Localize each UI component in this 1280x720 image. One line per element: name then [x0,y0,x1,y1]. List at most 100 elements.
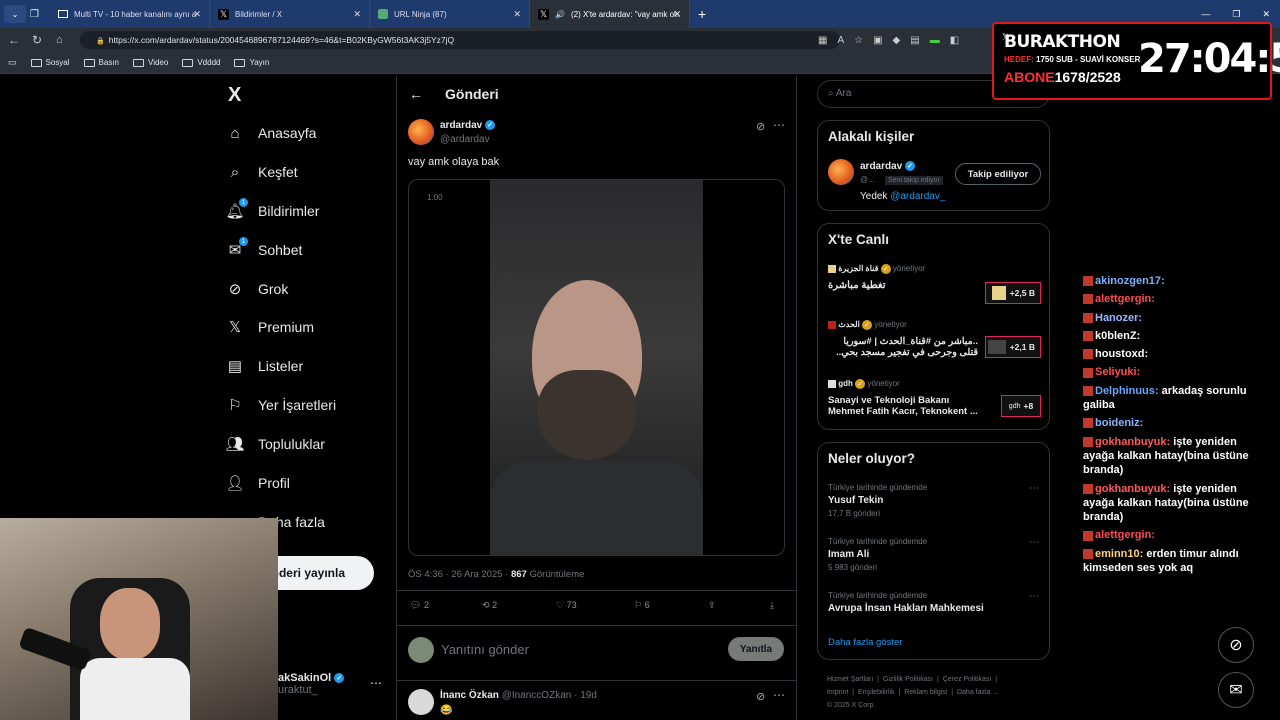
back-icon[interactable]: ← [8,33,20,47]
extension-icon[interactable]: ▤ [910,35,919,46]
related-name[interactable]: ardardav ✓ [860,161,916,172]
reply-author[interactable]: İnanc Özkan @InanccOZkan · 19d [440,690,597,701]
post-header: ← Gönderi [397,76,796,112]
more-icon[interactable]: ⋯ [1029,537,1039,548]
live-item[interactable]: gdh ✓ yönetiyor Sanayi ve Teknoloji Baka… [828,379,1041,423]
nav-profile[interactable]: 👤︎ Profil [225,474,289,492]
avatar[interactable] [408,119,434,145]
more-icon[interactable]: ⋯ [1029,591,1039,602]
chat-username[interactable]: Hanozer: [1095,312,1142,324]
close-icon[interactable]: ✕ [513,9,521,20]
chat-message: alettgergin: [1083,292,1263,306]
chat-username[interactable]: eminn10: [1095,548,1143,560]
video-player[interactable]: 1.00 [408,179,785,556]
chat-username[interactable]: alettgergin: [1095,529,1155,541]
live-item[interactable]: قناة الجزيرة ✓ yönetiyor تغطية مباشرة +2… [828,264,1041,304]
chat-username[interactable]: boideniz: [1095,417,1143,429]
extension-icon[interactable]: ▬ [930,35,940,46]
grok-icon[interactable]: ⊘ [756,690,765,703]
maximize-icon[interactable]: ❐ [1232,9,1240,20]
nav-notifications[interactable]: 🔔︎ 1 Bildirimler [225,198,319,220]
close-window-icon[interactable]: ✕ [1262,9,1270,20]
chat-username[interactable]: Seliyuki: [1095,366,1140,378]
tab-notifications[interactable]: 𝕏 Bildirimler / X ✕ [210,0,370,28]
close-icon[interactable]: ✕ [673,9,681,20]
nav-lists[interactable]: ▤ Listeler [226,357,303,375]
messages-button[interactable]: ✉ [1218,672,1254,708]
close-icon[interactable]: ✕ [353,9,361,20]
trend-item[interactable]: Türkiye tarihinde gündemde Avrupa İnsan … [828,591,1041,614]
thumbnail [987,340,1006,354]
window-controls[interactable]: — ❐ ✕ [1201,9,1270,20]
bookmark-folder[interactable]: Basın [83,58,119,67]
refresh-icon[interactable]: ↻ [32,33,42,47]
nav-communities[interactable]: 👥︎ Topluluklar [225,435,324,453]
trend-item[interactable]: Türkiye tarihinde gündemde Yusuf Tekin 1… [828,483,1041,518]
grok-icon[interactable]: ⊘ [756,120,765,133]
home-icon[interactable]: ⌂ [56,34,63,46]
new-tab-button[interactable]: + [698,6,706,22]
nav-home[interactable]: ⌂ Anasayfa [226,124,316,142]
minimize-icon[interactable]: — [1201,9,1210,20]
chat-username[interactable]: gokhanbuyuk: [1095,483,1170,495]
more-icon[interactable]: ⋯ [1029,483,1039,494]
nav-premium[interactable]: 𝕏 Premium [226,318,314,336]
avatar[interactable] [828,159,854,185]
tab-list-button[interactable]: ⌄ [4,5,26,23]
reply-input[interactable]: Yanıtını gönder [441,642,529,657]
close-icon[interactable]: ✕ [193,9,201,20]
star-icon[interactable]: ☆ [854,35,863,46]
trend-item[interactable]: Türkiye tarihinde gündemde Imam Ali 5.98… [828,537,1041,572]
user-badge-icon [1083,436,1093,447]
x-logo[interactable]: X [228,84,241,107]
more-icon[interactable]: ⋯ [773,118,785,132]
speaker-icon[interactable]: 🔊 [555,10,565,19]
share-icon[interactable]: ⇪ [708,600,770,611]
repost-button[interactable]: ⟲ 2 [482,600,556,611]
tab-multitv[interactable]: Multi TV - 10 haber kanalını aynı a ✕ [50,0,210,28]
read-aloud-icon[interactable]: A [837,35,844,46]
extension-icon[interactable]: ▣ [873,35,882,46]
nav-grok[interactable]: ⊘ Grok [226,280,289,298]
bookmark-folder[interactable]: Vdddd [182,58,220,67]
chat-username[interactable]: k0blenZ: [1095,330,1140,342]
nav-explore[interactable]: ⌕ Keşfet [226,163,298,181]
download-icon[interactable]: ⤓ [770,600,774,611]
url-input[interactable]: 🔒 https://x.com/ardardav/status/200454689… [80,31,840,49]
trends-panel: Neler oluyor? Türkiye tarihinde gündemde… [817,442,1050,660]
like-button[interactable]: ♡ 73 [556,600,634,611]
grok-button[interactable]: ⊘ [1218,627,1254,663]
bookmark-menu-icon[interactable]: ▭ [8,57,17,68]
show-more-link[interactable]: Daha fazla göster [828,637,902,648]
extension-icon[interactable]: ◆ [893,35,901,46]
nav-bookmarks[interactable]: ⚐ Yer İşaretleri [226,396,336,414]
extension-icon[interactable]: ◧ [950,35,959,46]
reply-button[interactable]: 💬︎ 2 [410,600,482,611]
tab-post[interactable]: 𝕏 🔊 (2) X'te ardardav: "vay amk ol... ✕ [530,0,690,28]
bookmark-folder[interactable]: Video [133,58,168,67]
reply-button[interactable]: Yanıtla [728,637,784,661]
bio-link[interactable]: @ardardav_ [890,191,945,202]
reply-avatar [408,637,434,663]
chat-username[interactable]: gokhanbuyuk: [1095,436,1170,448]
workspaces-icon[interactable]: ❐ [30,9,50,20]
reply-author-avatar[interactable] [408,689,434,715]
follow-button[interactable]: Takip ediliyor [955,163,1041,185]
thumbnail [991,286,1006,300]
more-icon[interactable]: ⋯ [773,688,785,702]
live-item[interactable]: الحدث ✓ yönetiyor مباشر من #قناة_الحدث |… [828,320,1041,364]
chat-username[interactable]: akinozgen17: [1095,275,1165,287]
more-icon[interactable]: ⋯ [370,676,382,690]
bookmark-folder[interactable]: Yayın [234,58,269,67]
back-arrow-icon[interactable]: ← [409,86,423,102]
nav-messages[interactable]: ✉ 1 Sohbet [226,237,302,259]
tab-url-ninja[interactable]: URL Ninja (87) ✕ [370,0,530,28]
chat-message: k0blenZ: [1083,329,1263,343]
chat-username[interactable]: alettgergin: [1095,293,1155,305]
bookmark-folder[interactable]: Sosyal [30,58,70,67]
grid-icon[interactable]: ▦ [818,35,827,46]
chat-username[interactable]: houstoxd: [1095,348,1148,360]
bookmark-button[interactable]: ⚐ 6 [634,600,708,611]
chat-username[interactable]: Delphinuus: [1095,385,1159,397]
post-author[interactable]: ardardav ✓ [440,120,496,131]
